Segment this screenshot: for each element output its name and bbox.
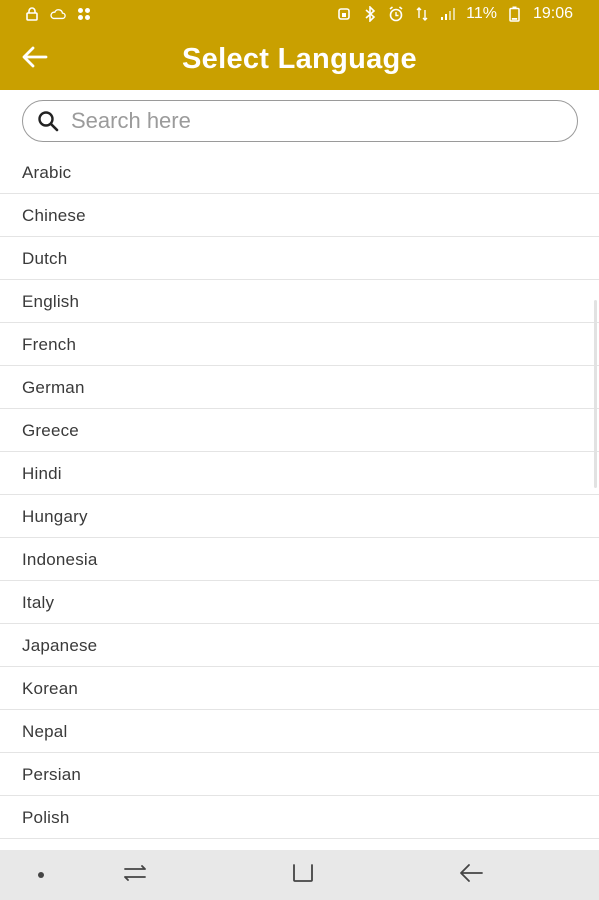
language-item-chinese[interactable]: Chinese — [0, 194, 599, 237]
home-button[interactable] — [288, 860, 318, 890]
clock: 19:06 — [532, 5, 573, 22]
app-bar: Select Language — [0, 28, 599, 90]
language-item-japanese[interactable]: Japanese — [0, 624, 599, 667]
language-item-indonesia[interactable]: Indonesia — [0, 538, 599, 581]
language-item-italy[interactable]: Italy — [0, 581, 599, 624]
page-title: Select Language — [182, 43, 417, 75]
apps-icon — [76, 6, 92, 22]
recent-apps-button[interactable] — [120, 860, 150, 890]
language-item-german[interactable]: German — [0, 366, 599, 409]
language-item-greece[interactable]: Greece — [0, 409, 599, 452]
language-item-dutch[interactable]: Dutch — [0, 237, 599, 280]
system-back-button[interactable] — [456, 860, 486, 890]
language-list: Arabic Chinese Dutch English French Germ… — [0, 151, 599, 839]
cloud-icon — [50, 6, 66, 22]
data-icon — [414, 6, 430, 22]
language-item-hungary[interactable]: Hungary — [0, 495, 599, 538]
nav-dot-button[interactable] — [26, 860, 56, 890]
battery-icon — [507, 6, 523, 22]
dot-icon — [37, 866, 45, 884]
back-icon — [458, 863, 484, 888]
search-icon — [35, 108, 61, 134]
recent-apps-icon — [122, 863, 148, 888]
language-item-persian[interactable]: Persian — [0, 753, 599, 796]
language-item-nepal[interactable]: Nepal — [0, 710, 599, 753]
search-box[interactable] — [22, 100, 578, 142]
alarm-lock-icon — [336, 6, 352, 22]
signal-icon — [440, 6, 456, 22]
search-input[interactable] — [71, 108, 531, 134]
navigation-bar — [0, 850, 599, 900]
scrollbar[interactable] — [594, 300, 597, 488]
status-left-icons — [24, 6, 92, 22]
language-item-korean[interactable]: Korean — [0, 667, 599, 710]
language-item-hindi[interactable]: Hindi — [0, 452, 599, 495]
status-right-icons: 11% 19:06 — [336, 5, 573, 23]
language-item-french[interactable]: French — [0, 323, 599, 366]
home-icon — [291, 862, 315, 889]
lock-icon — [24, 6, 40, 22]
alarm-icon — [388, 6, 404, 22]
language-item-english[interactable]: English — [0, 280, 599, 323]
battery-percent: 11% — [466, 5, 497, 22]
language-item-arabic[interactable]: Arabic — [0, 151, 599, 194]
bluetooth-icon — [362, 6, 378, 22]
language-item-polish[interactable]: Polish — [0, 796, 599, 839]
status-bar: 11% 19:06 — [0, 0, 599, 28]
